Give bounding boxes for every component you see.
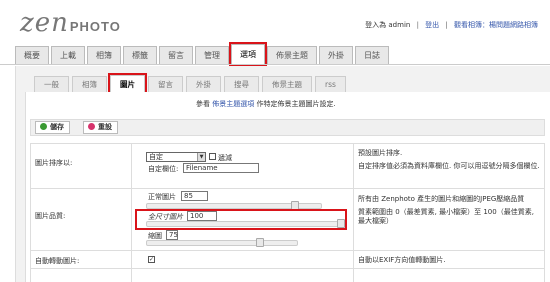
reset-button[interactable]: 重設 [83, 121, 118, 134]
sort-select[interactable]: 自定 ▼ [146, 152, 206, 162]
autorotate-label: 自動轉動圖片: [35, 257, 80, 265]
sort-desc-1: 預設圖片排序. [358, 149, 403, 157]
user-bar: 登入為 admin | 登出 | 觀看相簿：楊問題網路相簿 [365, 20, 538, 30]
tab-tags[interactable]: 標籤 [123, 46, 157, 64]
separator: | [416, 21, 419, 29]
subtab-comments[interactable]: 留言 [148, 76, 183, 92]
tab-logs[interactable]: 日誌 [355, 46, 389, 64]
tab-albums[interactable]: 相簿 [87, 46, 121, 64]
tab-plugins[interactable]: 外掛 [319, 46, 353, 64]
save-label: 儲存 [50, 123, 64, 131]
subtab-albums[interactable]: 相簿 [72, 76, 107, 92]
theme-options-notice: 參看 佈景主題選項 作特定佈景主題圖片設定. [196, 99, 336, 109]
column-divider [353, 189, 354, 250]
logged-in-text: 登入為 admin [365, 21, 411, 29]
column-divider [353, 269, 354, 282]
autorotate-checkbox[interactable]: ✓ [148, 256, 155, 263]
normal-image-input[interactable]: 85 [181, 191, 208, 201]
tab-themes[interactable]: 佈景主題 [267, 46, 317, 64]
column-divider [131, 144, 132, 188]
tab-upload[interactable]: 上載 [51, 46, 85, 64]
tabs-divider [0, 64, 550, 65]
quality-desc-2: 質素範圍由 0（最差質素, 最小檔案）至 100（最佳質素, 最大檔案） [358, 208, 534, 225]
subtab-theme[interactable]: 佈景主題 [262, 76, 312, 92]
options-subtabs: 一般 相簿 圖片 留言 外掛 搜尋 佈景主題 rss [34, 73, 349, 95]
notice-prefix: 參看 [196, 100, 210, 108]
custom-field-label: 自定欄位: [148, 165, 179, 173]
quality-description: 所有由 Zenphoto 產生的圖片和縮圖的JPEG壓縮品質 質素範圍由 0（最… [358, 195, 543, 226]
subtab-search[interactable]: 搜尋 [224, 76, 259, 92]
autorotate-description: 自動以EXIF方向值轉動圖片. [358, 256, 446, 264]
sort-row: 圖片排序以: 預設圖片排序. 自定排序值必須為資料庫欄位. 你可以用逗號分隔多個… [30, 143, 545, 189]
tab-overview[interactable]: 概要 [15, 46, 49, 64]
logout-link[interactable]: 登出 [425, 21, 439, 29]
sort-label: 圖片排序以: [35, 159, 73, 167]
highlight-box [135, 209, 347, 230]
chevron-down-icon: ▼ [197, 153, 205, 161]
thumbnail-slider[interactable] [146, 238, 298, 247]
sort-desc-2: 自定排序值必須為資料庫欄位. 你可以用逗號分隔多個欄位. [358, 162, 540, 170]
column-divider [131, 269, 132, 282]
quality-label: 圖片品質: [35, 212, 66, 220]
notice-suffix: 作特定佈景主題圖片設定. [256, 100, 336, 108]
quality-desc-1: 所有由 Zenphoto 產生的圖片和縮圖的JPEG壓縮品質 [358, 195, 525, 203]
sort-select-value: 自定 [149, 153, 163, 161]
subtab-images[interactable]: 圖片 [108, 73, 147, 95]
slider-handle[interactable] [255, 238, 264, 247]
descending-checkbox[interactable] [209, 153, 216, 160]
normal-image-label: 正常圖片 [148, 193, 176, 201]
subtab-rss[interactable]: rss [315, 76, 346, 92]
sort-description: 預設圖片排序. 自定排序值必須為資料庫欄位. 你可以用逗號分隔多個欄位. [358, 149, 543, 171]
autorotate-row: 自動轉動圖片: 自動以EXIF方向值轉動圖片. [30, 251, 545, 269]
reset-icon [88, 123, 95, 130]
subtab-plugins[interactable]: 外掛 [186, 76, 221, 92]
reset-label: 重設 [98, 123, 112, 131]
column-divider [131, 251, 132, 268]
custom-field-input[interactable]: Filename [183, 163, 259, 173]
tab-admin[interactable]: 管理 [195, 46, 229, 64]
tab-options[interactable]: 選項 [229, 42, 267, 66]
check-icon [40, 123, 47, 130]
descending-label: 遞減 [218, 154, 232, 162]
column-divider [353, 144, 354, 188]
subtab-general[interactable]: 一般 [34, 76, 69, 92]
next-row [30, 269, 545, 282]
column-divider [131, 189, 132, 250]
separator: | [445, 21, 448, 29]
logo-zen-text: zen [20, 8, 69, 38]
tab-comments[interactable]: 留言 [159, 46, 193, 64]
zenphoto-logo[interactable]: zen PHOTO [20, 10, 121, 36]
thumbnail-input[interactable]: 75 [166, 230, 178, 240]
theme-options-link[interactable]: 佈景主題選項 [212, 100, 254, 108]
view-gallery-link[interactable]: 觀看相簿：楊問題網路相簿 [454, 21, 538, 29]
save-button[interactable]: 儲存 [35, 121, 70, 134]
main-tabs: 概要 上載 相簿 標籤 留言 管理 選項 佈景主題 外掛 日誌 [15, 42, 391, 66]
logo-photo-text: PHOTO [69, 19, 121, 34]
column-divider [353, 251, 354, 268]
